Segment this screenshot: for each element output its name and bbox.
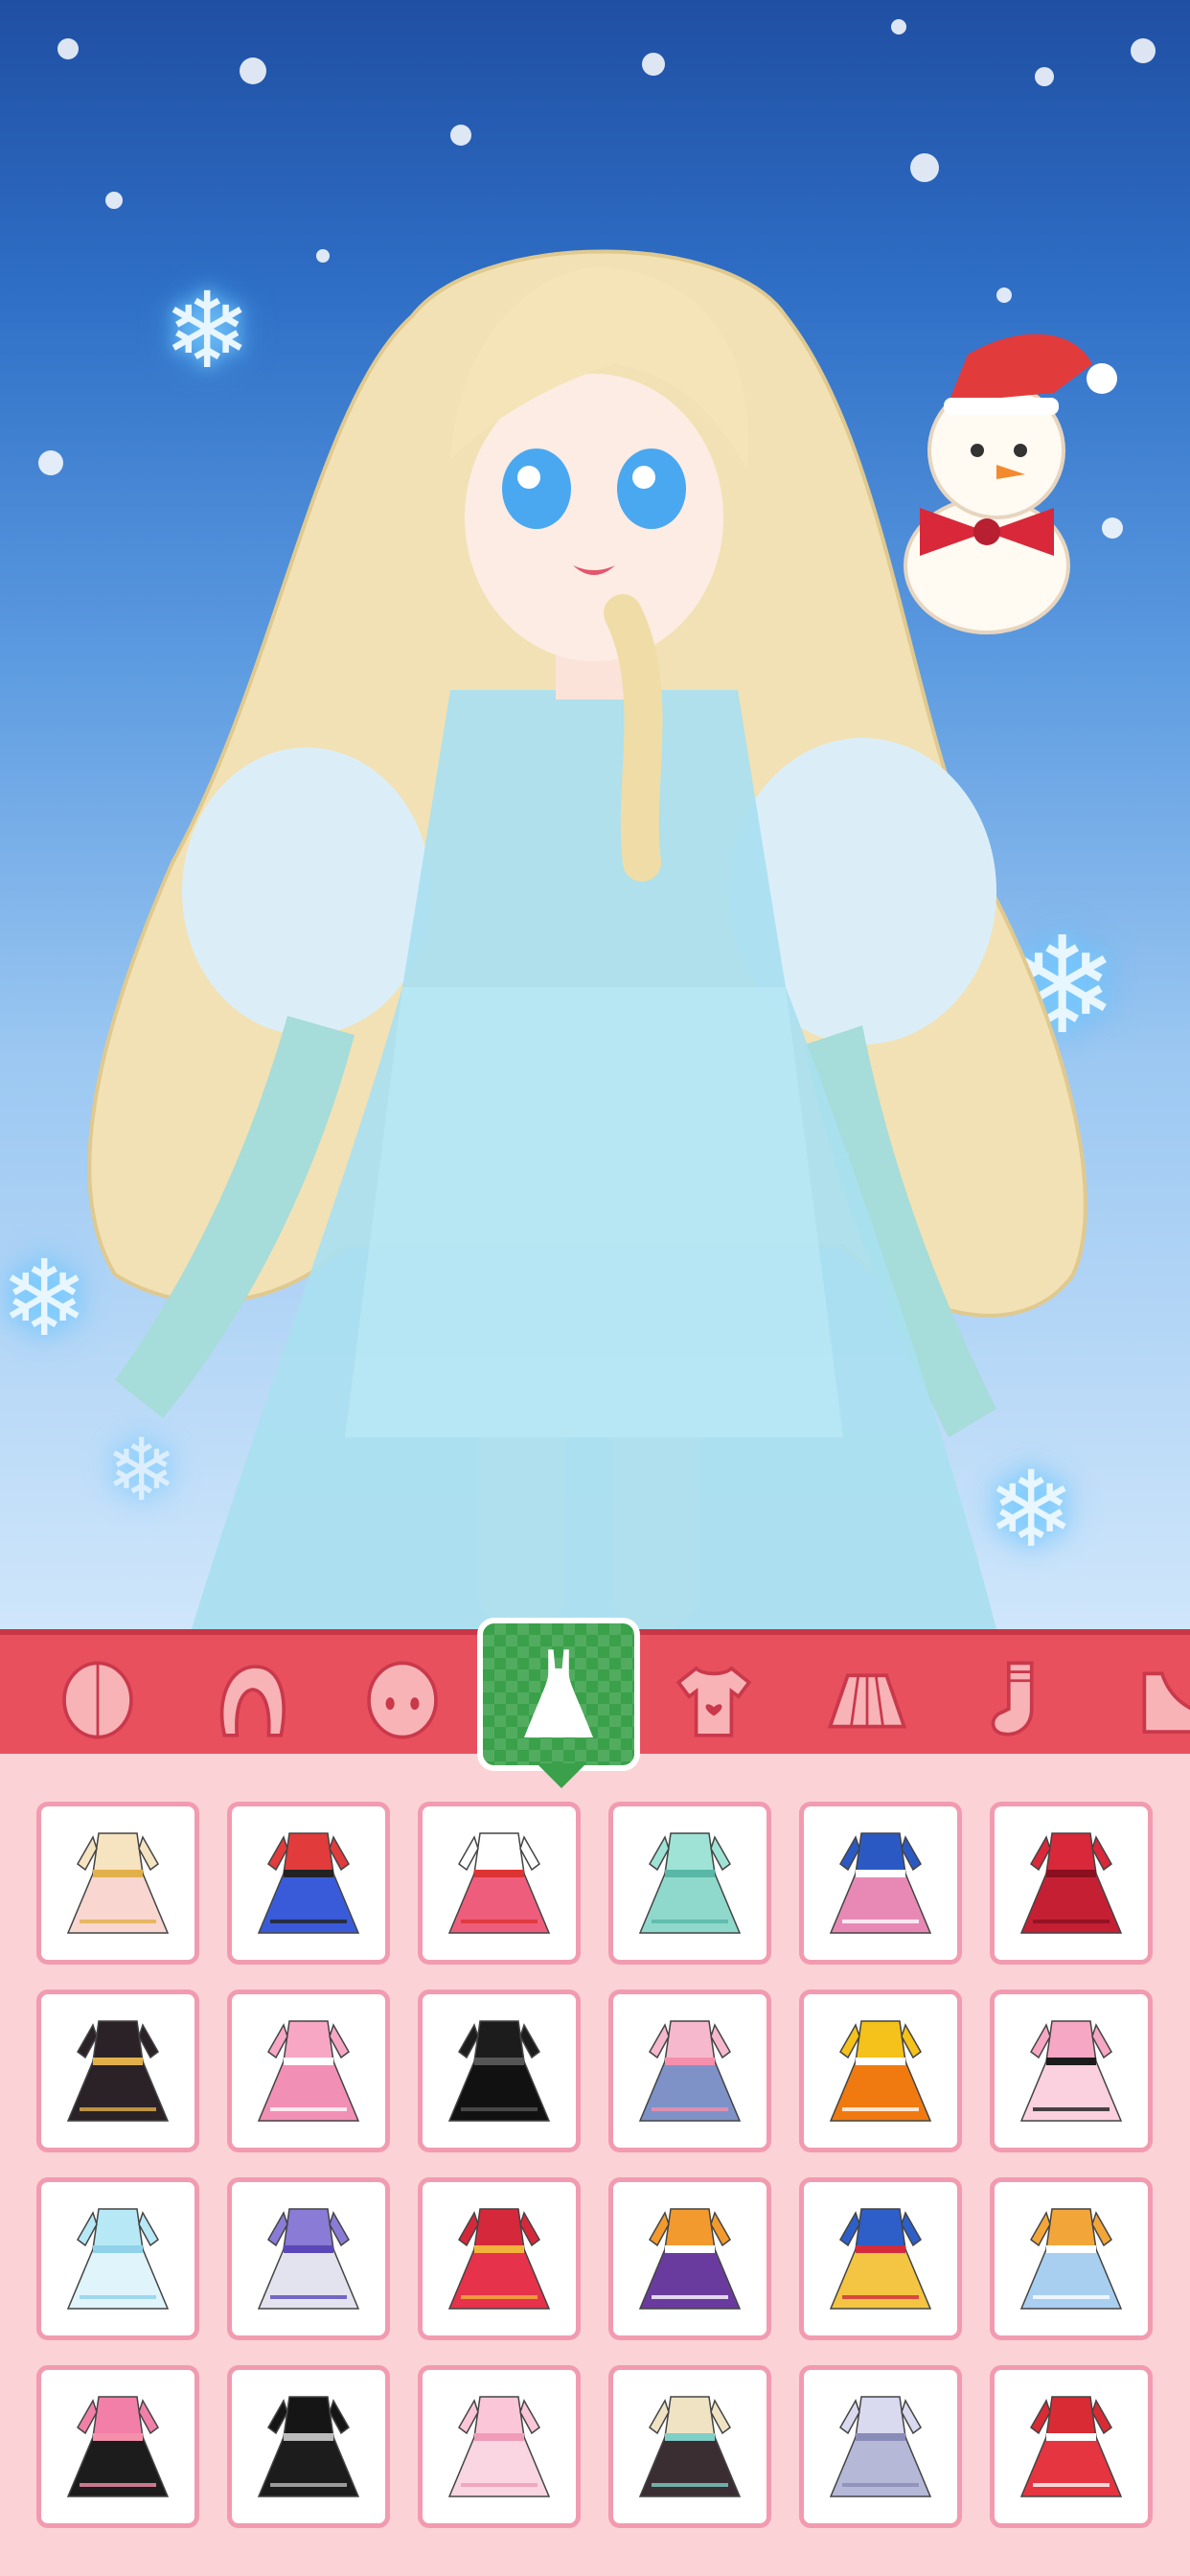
outfit-grid — [36, 1802, 1157, 2528]
outfit-gold-fairy-tutu[interactable] — [36, 1802, 199, 1965]
outfit-white-blouse-pink-skirt[interactable] — [418, 1802, 581, 1965]
tab-dress[interactable] — [477, 1618, 640, 1771]
outfit-black-lace[interactable] — [418, 1990, 581, 2152]
outfit-silver-dress[interactable] — [799, 2365, 962, 2528]
outfit-pink-top-black-skirt[interactable] — [36, 2365, 199, 2528]
outfit-pink-rose-gown[interactable] — [418, 2365, 581, 2528]
outfit-thumbnail — [829, 2208, 932, 2310]
tab-hair[interactable] — [203, 1652, 299, 1748]
tab-top[interactable] — [666, 1652, 762, 1748]
outfit-thumbnail — [447, 2396, 551, 2497]
tab-socks[interactable] — [970, 1652, 1065, 1748]
outfit-thumbnail — [66, 2396, 170, 2497]
outfit-thumbnail — [257, 2208, 360, 2310]
outfit-pink-gingham[interactable] — [227, 1990, 390, 2152]
selected-tab-pointer — [537, 1763, 586, 1788]
socks-icon — [991, 1661, 1034, 1736]
outfit-thumbnail — [447, 1832, 551, 1934]
outfit-thumbnail — [638, 1832, 742, 1934]
outfit-thumbnail — [447, 2208, 551, 2310]
outfit-black-leather[interactable] — [227, 2365, 390, 2528]
outfit-black-gold-coat[interactable] — [36, 1990, 199, 2152]
outfit-thumbnail — [829, 2020, 932, 2122]
outfit-thumbnail — [257, 2396, 360, 2497]
face-icon — [367, 1661, 438, 1739]
dress-icon — [524, 1649, 593, 1737]
outfit-thumbnail — [638, 2020, 742, 2122]
tab-skirt[interactable] — [819, 1652, 915, 1748]
outfit-thumbnail — [66, 2208, 170, 2310]
outfit-ice-fairy[interactable] — [36, 2177, 199, 2340]
outfit-thumbnail — [1019, 1832, 1123, 1934]
skirt-icon — [827, 1673, 907, 1729]
hair-icon — [219, 1665, 286, 1737]
tab-face[interactable] — [355, 1652, 450, 1748]
outfit-orange-purple-gown[interactable] — [608, 2177, 771, 2340]
outfit-red-ballerina[interactable] — [990, 2365, 1153, 2528]
outfit-thumbnail — [638, 2208, 742, 2310]
face-skin-icon — [62, 1661, 133, 1739]
outfit-blue-layered-gown[interactable] — [990, 2177, 1153, 2340]
outfit-thumbnail — [257, 2020, 360, 2122]
outfit-thumbnail — [1019, 2208, 1123, 2310]
outfit-thumbnail — [66, 1832, 170, 1934]
outfit-jacket-shorts[interactable] — [227, 1802, 390, 1965]
outfit-thumbnail — [1019, 2396, 1123, 2497]
outfit-thumbnail — [447, 2020, 551, 2122]
outfit-red-gold-ballgown[interactable] — [418, 2177, 581, 2340]
outfit-orange-pinafore[interactable] — [799, 1990, 962, 2152]
outfit-mint-gown[interactable] — [608, 1802, 771, 1965]
outfit-thumbnail — [829, 2396, 932, 2497]
tab-skin[interactable] — [50, 1652, 146, 1748]
character-illustration — [87, 249, 1117, 1629]
outfit-thumbnail — [638, 2396, 742, 2497]
snowman-icon — [904, 334, 1117, 634]
outfit-thumbnail — [1019, 2020, 1123, 2122]
tab-shoes[interactable] — [1123, 1652, 1190, 1748]
outfit-thumbnail — [829, 1832, 932, 1934]
shoe-icon — [1142, 1671, 1190, 1734]
tshirt-icon — [675, 1666, 752, 1737]
outfit-blue-vest-plaid[interactable] — [799, 1802, 962, 1965]
outfit-blue-yellow-idol[interactable] — [799, 2177, 962, 2340]
outfit-pink-cardigan-denim[interactable] — [608, 1990, 771, 2152]
outfit-thumbnail — [257, 1832, 360, 1934]
character-preview: ❄ ❄ ❄ ❄ ❄ — [0, 0, 1190, 1629]
outfit-pink-bow-ruffle[interactable] — [990, 1990, 1153, 2152]
outfit-red-ruffle-dress[interactable] — [990, 1802, 1153, 1965]
outfit-thumbnail — [66, 2020, 170, 2122]
outfit-cream-black-cape[interactable] — [608, 2365, 771, 2528]
outfit-purple-sporty[interactable] — [227, 2177, 390, 2340]
